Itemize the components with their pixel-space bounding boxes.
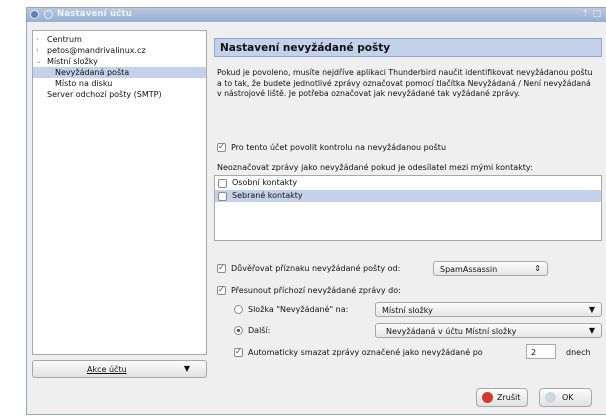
window-menu-icon[interactable]: [44, 10, 53, 19]
enable-junk-checkbox[interactable]: [217, 142, 226, 152]
junk-folder-select[interactable]: Místní složky ▼: [375, 302, 602, 317]
maximize-icon[interactable]: □: [592, 9, 601, 19]
ok-button[interactable]: OK: [539, 388, 592, 407]
description-text: Pokud je povoleno, musíte nejdříve aplik…: [217, 68, 593, 98]
auto-delete-days-input[interactable]: 2: [526, 344, 556, 359]
tree-branch-icon: ›: [36, 35, 39, 43]
panel-header: Nastavení nevyžádané pošty: [214, 38, 602, 57]
dropdown-arrow-icon: ▼: [183, 364, 190, 373]
account-settings-window: Nastavení účtu ⇡ □ › Centrum › petos@man…: [26, 7, 606, 415]
cancel-button[interactable]: Zrušit: [476, 388, 528, 407]
trust-header-label: Důvěřovat příznaku nevyžádané pošty od:: [231, 264, 401, 273]
auto-delete-checkbox[interactable]: [234, 347, 243, 357]
ok-hand-icon: [545, 392, 556, 403]
spinner-arrows-icon: ⇕: [534, 264, 541, 273]
tree-item-account[interactable]: › petos@mandrivalinux.cz: [33, 45, 146, 56]
junk-folder-radio[interactable]: [234, 305, 243, 314]
other-folder-select[interactable]: Nevyžádaná v účtu Místní složky ▼: [375, 323, 602, 338]
app-icon: [30, 10, 39, 19]
enable-junk-label: Pro tento účet povolit kontrolu na nevyž…: [231, 143, 447, 152]
title-bar: Nastavení účtu ⇡ □: [27, 8, 606, 22]
dropdown-arrow-icon: ▼: [588, 305, 595, 314]
collapse-arrow-icon[interactable]: ⌄: [36, 56, 44, 67]
tree-item-junk-mail[interactable]: Nevyžádaná pošta: [33, 67, 206, 78]
days-unit-label: dnech: [566, 348, 591, 357]
tree-item-smtp[interactable]: Server odchozí pošty (SMTP): [33, 89, 162, 100]
tree-item-disk-space[interactable]: Místo na disku: [33, 78, 112, 89]
trust-header-checkbox[interactable]: [217, 263, 226, 273]
trust-source-select[interactable]: SpamAssassin ⇕: [433, 261, 548, 276]
other-folder-radio[interactable]: [234, 326, 243, 335]
tree-item-centrum[interactable]: › Centrum: [33, 34, 82, 45]
junk-folder-label: Složka "Nevyžádané" na:: [248, 305, 349, 314]
whitelist-label: Neoznačovat zprávy jako nevyžádané pokud…: [217, 163, 533, 172]
list-item[interactable]: Sebrané kontakty: [215, 190, 601, 202]
personal-contacts-checkbox[interactable]: [218, 179, 227, 188]
move-junk-label: Přesunout příchozí nevyžádané zprávy do:: [231, 286, 401, 295]
other-folder-label: Další:: [248, 326, 271, 335]
window-title: Nastavení účtu: [57, 9, 132, 19]
expand-arrow-icon[interactable]: ›: [36, 45, 44, 56]
contacts-list[interactable]: Osobní kontakty Sebrané kontakty: [214, 175, 602, 241]
tree-item-local-folders[interactable]: ⌄ Místní složky: [33, 56, 98, 67]
move-junk-checkbox[interactable]: [217, 285, 226, 295]
account-tree[interactable]: › Centrum › petos@mandrivalinux.cz ⌄ Mís…: [32, 30, 207, 355]
page-title: Nastavení nevyžádané pošty: [220, 42, 391, 54]
collected-contacts-checkbox[interactable]: [218, 192, 227, 201]
auto-delete-label: Automaticky smazat zprávy označené jako …: [248, 348, 483, 357]
account-actions-button[interactable]: Akce účtu ▼: [32, 360, 207, 378]
shade-icon[interactable]: ⇡: [581, 9, 589, 19]
dropdown-arrow-icon: ▼: [588, 326, 595, 335]
list-item[interactable]: Osobní kontakty: [215, 177, 601, 189]
cancel-icon: [482, 392, 493, 403]
